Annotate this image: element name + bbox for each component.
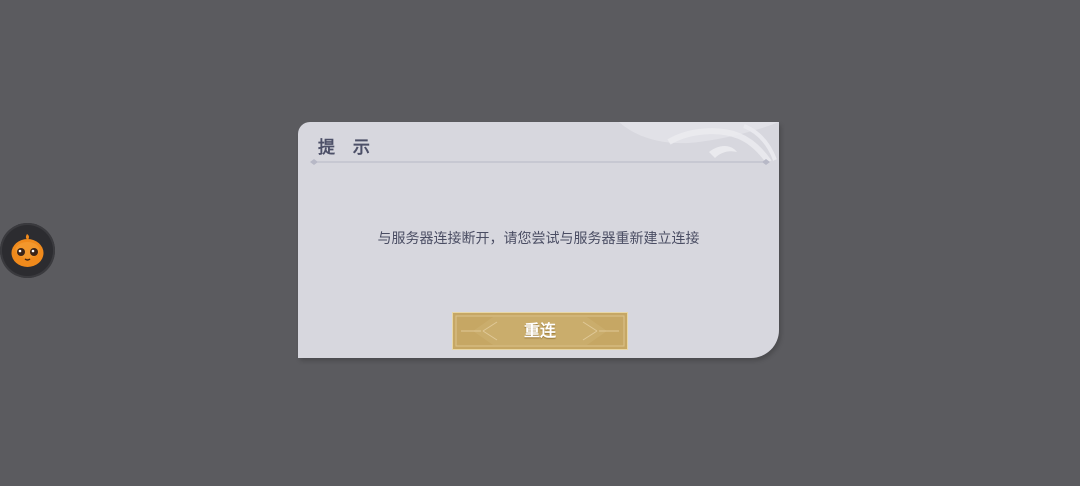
reconnect-button[interactable]: 重连 — [452, 312, 628, 350]
disconnect-dialog: 提 示 与服务器连接断开，请您尝试与服务器重新建立连接 重连 — [298, 122, 779, 358]
title-divider — [310, 159, 770, 165]
dialog-message: 与服务器连接断开，请您尝试与服务器重新建立连接 — [377, 231, 700, 247]
orange-mascot-icon — [11, 234, 44, 267]
reconnect-button-label: 重连 — [523, 321, 556, 340]
dialog-title: 提 示 — [318, 138, 376, 158]
floating-assistant-button[interactable] — [0, 223, 55, 278]
